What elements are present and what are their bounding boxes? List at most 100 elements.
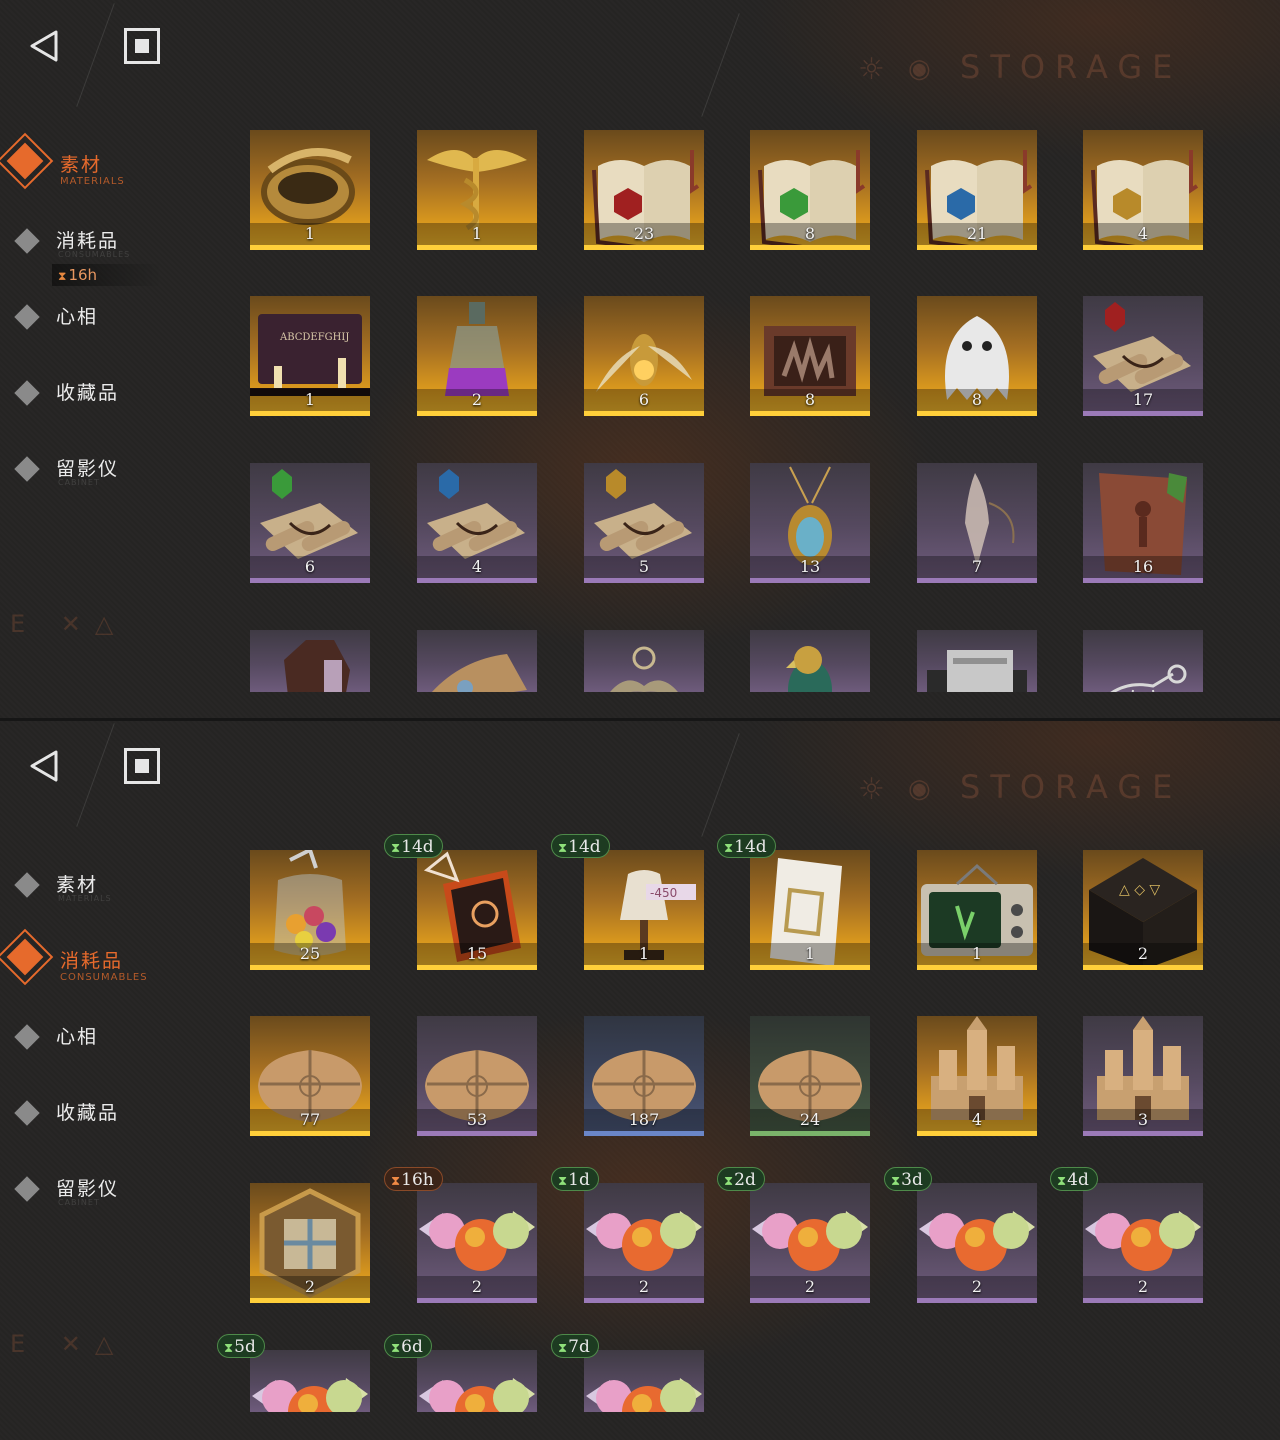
inventory-item[interactable] — [750, 630, 870, 692]
inventory-item[interactable]: 24 — [750, 1016, 870, 1136]
nav-sublabel: CABINET — [58, 1198, 100, 1207]
panel-divider — [0, 718, 1280, 721]
inventory-item[interactable]: 2 — [250, 1183, 370, 1303]
inventory-item[interactable]: 1 — [417, 130, 537, 250]
timer-text: 3d — [901, 1170, 923, 1190]
inventory-item[interactable]: 4 — [417, 463, 537, 583]
candy-icon — [586, 1378, 702, 1412]
svg-text:ABCDEFGHIJ: ABCDEFGHIJ — [279, 332, 349, 343]
nav-item-0[interactable]: 素材 MATERIALS — [14, 866, 218, 906]
inventory-item[interactable]: 8 — [750, 296, 870, 416]
item-count: 5 — [584, 556, 704, 578]
nav-item-4[interactable]: 留影仪 CABINET — [14, 450, 218, 490]
inventory-item[interactable]: 77 — [250, 1016, 370, 1136]
hourglass-icon: ⧗ — [58, 269, 67, 283]
storage-title: STORAGE — [960, 768, 1183, 806]
diamond-icon — [0, 132, 54, 190]
inventory-item[interactable]: 1 — [750, 850, 870, 970]
inventory-item[interactable] — [584, 1350, 704, 1412]
item-expiry-timer: ⧗5d — [217, 1334, 265, 1358]
inventory-item[interactable]: -450 1 — [584, 850, 704, 970]
inventory-item[interactable]: 21 — [917, 130, 1037, 250]
inventory-item[interactable]: ABCDEFGHIJ 1 — [250, 296, 370, 416]
inventory-item[interactable]: 1 — [917, 850, 1037, 970]
item-count: 8 — [750, 223, 870, 245]
inventory-item[interactable]: 2 — [417, 296, 537, 416]
item-count: 2 — [1083, 1276, 1203, 1298]
hourglass-icon: ⧗ — [1057, 1174, 1067, 1189]
nav-item-3[interactable]: 收藏品 — [14, 1094, 218, 1134]
inventory-item[interactable]: 8 — [917, 296, 1037, 416]
inventory-item[interactable] — [417, 1350, 537, 1412]
nav-item-2[interactable]: 心相 — [14, 1018, 218, 1058]
diamond-icon — [14, 872, 40, 898]
svg-text:-450: -450 — [650, 886, 677, 900]
side-decoration: E ✕△ — [10, 610, 128, 638]
hourglass-icon: ⧗ — [558, 841, 568, 856]
item-count: 8 — [917, 389, 1037, 411]
timer-text: 16h — [401, 1170, 434, 1190]
inventory-item[interactable]: 8 — [750, 130, 870, 250]
nav-item-2[interactable]: 心相 — [14, 298, 218, 338]
item-count: 4 — [417, 556, 537, 578]
nav-item-1[interactable]: 消耗品 CONSUMABLES — [0, 928, 218, 986]
item-count: 24 — [750, 1109, 870, 1131]
inventory-item[interactable]: 2 — [584, 1183, 704, 1303]
diamond-icon — [14, 1024, 40, 1050]
inventory-item[interactable]: 2 — [1083, 1183, 1203, 1303]
inventory-item[interactable]: 4 — [917, 1016, 1037, 1136]
inventory-item[interactable] — [1083, 630, 1203, 692]
nav-label: 心相 — [56, 1026, 99, 1048]
inventory-item[interactable]: 187 — [584, 1016, 704, 1136]
inventory-item[interactable]: 1 — [250, 130, 370, 250]
inventory-item[interactable] — [417, 630, 537, 692]
inventory-item[interactable]: 2 — [917, 1183, 1037, 1303]
inventory-item[interactable]: 25 — [250, 850, 370, 970]
inventory-item[interactable] — [250, 1350, 370, 1412]
eye-icon: ◉ — [908, 54, 931, 84]
back-button[interactable] — [26, 28, 66, 64]
back-button[interactable] — [26, 748, 66, 784]
item-count: 77 — [250, 1109, 370, 1131]
item-expiry-timer: ⧗6d — [384, 1334, 432, 1358]
inventory-item[interactable] — [917, 630, 1037, 692]
item-count: 2 — [1083, 943, 1203, 965]
coffin-icon — [284, 640, 350, 692]
home-button[interactable] — [124, 28, 160, 64]
inventory-item[interactable]: 7 — [917, 463, 1037, 583]
inventory-item[interactable]: 3 — [1083, 1016, 1203, 1136]
inventory-item[interactable]: 2 — [750, 1183, 870, 1303]
nav-item-3[interactable]: 收藏品 — [14, 374, 218, 414]
item-expiry-timer: ⧗2d — [717, 1167, 765, 1191]
inventory-item[interactable]: 2 — [417, 1183, 537, 1303]
diamond-icon — [14, 1100, 40, 1126]
inventory-item[interactable]: 5 — [584, 463, 704, 583]
inventory-item[interactable]: 4 — [1083, 130, 1203, 250]
item-count: 17 — [1083, 389, 1203, 411]
inventory-item[interactable]: 6 — [584, 296, 704, 416]
timer-text: 14d — [568, 837, 601, 857]
inventory-item[interactable]: △ ◇ ▽ 2 — [1083, 850, 1203, 970]
inventory-item[interactable]: 17 — [1083, 296, 1203, 416]
inventory-item[interactable]: 13 — [750, 463, 870, 583]
nav-label: 消耗品 — [56, 230, 120, 252]
skeleton-icon — [1110, 664, 1187, 692]
nav-item-4[interactable]: 留影仪 CABINET — [14, 1170, 218, 1210]
nav-item-0[interactable]: 素材 MATERIALS — [0, 132, 218, 190]
inventory-item[interactable]: 53 — [417, 1016, 537, 1136]
side-decoration: E ✕△ — [10, 1330, 128, 1358]
consumables-storage-panel: ☼ ◉ STORAGE E ✕△ 素材 MATERIALS 消耗品 CONSUMABLES 心相… — [0, 720, 1280, 1440]
sun-icon: ☼ — [858, 52, 885, 87]
inventory-item[interactable]: 6 — [250, 463, 370, 583]
nav-item-1[interactable]: 消耗品 CONSUMABLES — [14, 222, 218, 262]
inventory-item[interactable] — [250, 630, 370, 692]
item-count: 2 — [417, 1276, 537, 1298]
inventory-item[interactable]: 15 — [417, 850, 537, 970]
item-count: 2 — [917, 1276, 1037, 1298]
inventory-item[interactable] — [584, 630, 704, 692]
inventory-item[interactable]: 16 — [1083, 463, 1203, 583]
home-button[interactable] — [124, 748, 160, 784]
hourglass-icon: ⧗ — [391, 1341, 401, 1356]
timer-text: 14d — [401, 837, 434, 857]
inventory-item[interactable]: 23 — [584, 130, 704, 250]
